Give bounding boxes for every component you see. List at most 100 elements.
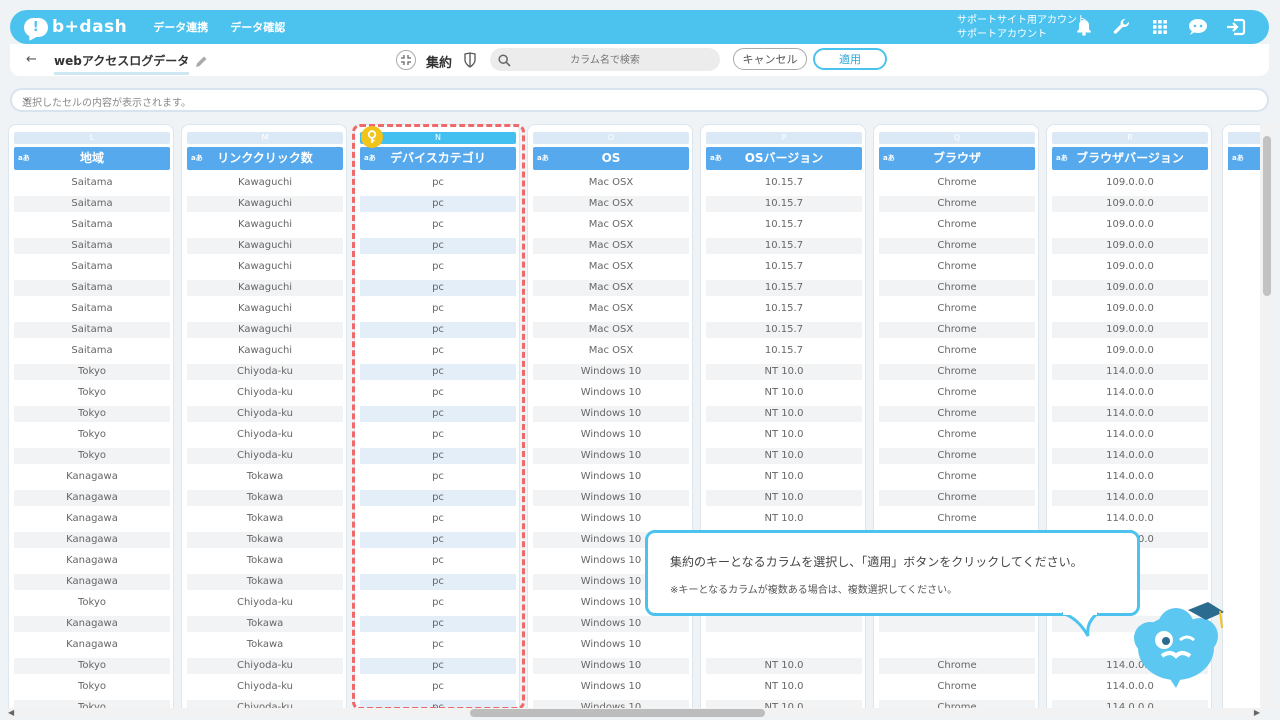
table-cell[interactable]: Chiyoda-ku: [187, 448, 343, 468]
table-cell[interactable]: pc: [360, 616, 516, 636]
column-header[interactable]: aあ: [1228, 147, 1260, 189]
table-cell[interactable]: Chiyoda-ku: [187, 364, 343, 384]
table-cell[interactable]: 114.0.0.0: [1052, 469, 1208, 489]
table-cell[interactable]: NT 10.0: [706, 700, 862, 708]
column-header[interactable]: aあ デバイスカテゴリ: [360, 147, 516, 170]
table-cell[interactable]: pc: [360, 301, 516, 321]
table-cell[interactable]: pc: [360, 532, 516, 552]
table-cell[interactable]: 10.15.7: [706, 343, 862, 363]
table-cell[interactable]: Windows 10: [533, 427, 689, 447]
table-cell[interactable]: Kawaguchi: [187, 196, 343, 216]
pencil-icon[interactable]: [195, 53, 208, 72]
table-cell[interactable]: Kanagawa: [14, 469, 170, 489]
table-cell[interactable]: Chrome: [879, 238, 1035, 258]
column-o[interactable]: Oaあ OS Mac OSX Mac OSX Mac OSX Mac OSX Mac OSX…: [527, 124, 693, 708]
table-cell[interactable]: Kawaguchi: [187, 217, 343, 237]
table-cell[interactable]: Chrome: [879, 280, 1035, 300]
table-cell[interactable]: pc: [360, 196, 516, 216]
table-cell[interactable]: Chrome: [879, 427, 1035, 447]
table-cell[interactable]: 109.0.0.0: [1052, 322, 1208, 342]
table-cell[interactable]: Windows 10: [533, 448, 689, 468]
table-cell[interactable]: Mac OSX: [533, 343, 689, 363]
horizontal-scrollbar[interactable]: ◀ ▶: [8, 708, 1260, 718]
table-cell[interactable]: Kanagawa: [14, 574, 170, 594]
grid-icon[interactable]: [1149, 15, 1171, 39]
table-cell[interactable]: NT 10.0: [706, 427, 862, 447]
shield-icon[interactable]: [464, 52, 476, 72]
column-p[interactable]: Paあ OSバージョン 10.15.7 10.15.7 10.15.7 10.15.7 10…: [700, 124, 866, 708]
cell-content-bar[interactable]: 選択したセルの内容が表示されます。 ⌄: [10, 88, 1269, 112]
column-header[interactable]: aあ ブラウザバージョン: [1052, 147, 1208, 170]
table-cell[interactable]: pc: [360, 679, 516, 699]
table-cell[interactable]: Chrome: [879, 490, 1035, 510]
table-cell[interactable]: pc: [360, 700, 516, 708]
table-cell[interactable]: 114.0.0.0: [1052, 406, 1208, 426]
column-header[interactable]: aあ OSバージョン: [706, 147, 862, 170]
table-cell[interactable]: Kawaguchi: [187, 343, 343, 363]
table-cell[interactable]: pc: [360, 469, 516, 489]
table-cell[interactable]: Windows 10: [533, 658, 689, 678]
table-cell[interactable]: 109.0.0.0: [1052, 343, 1208, 363]
table-cell[interactable]: Chrome: [879, 658, 1035, 678]
table-cell[interactable]: Kanagawa: [14, 511, 170, 531]
table-cell[interactable]: 10.15.7: [706, 259, 862, 279]
table-cell[interactable]: pc: [360, 175, 516, 195]
table-cell[interactable]: Chiyoda-ku: [187, 427, 343, 447]
table-cell[interactable]: 109.0.0.0: [1052, 196, 1208, 216]
table-cell[interactable]: Tokyo: [14, 385, 170, 405]
table-cell[interactable]: 10.15.7: [706, 175, 862, 195]
column-m[interactable]: Maあ リンククリック数 Kawaguchi Kawaguchi Kawaguchi Ka…: [181, 124, 347, 708]
table-cell[interactable]: pc: [360, 280, 516, 300]
table-cell[interactable]: 109.0.0.0: [1052, 280, 1208, 300]
table-cell[interactable]: Chrome: [879, 511, 1035, 531]
table-cell[interactable]: Tokyo: [14, 679, 170, 699]
cancel-button[interactable]: キャンセル: [733, 48, 807, 70]
scroll-left-arrow[interactable]: ◀: [8, 708, 14, 717]
table-cell[interactable]: pc: [360, 637, 516, 657]
column-header[interactable]: aあ リンククリック数: [187, 147, 343, 170]
table-cell[interactable]: Kanagawa: [14, 553, 170, 573]
table-cell[interactable]: Chrome: [879, 301, 1035, 321]
table-cell[interactable]: Chiyoda-ku: [187, 406, 343, 426]
table-cell[interactable]: Tokyo: [14, 658, 170, 678]
table-cell[interactable]: 114.0.0.0: [1052, 364, 1208, 384]
table-cell[interactable]: pc: [360, 385, 516, 405]
table-cell[interactable]: 114.0.0.0: [1052, 385, 1208, 405]
table-cell[interactable]: Kanagawa: [14, 616, 170, 636]
table-cell[interactable]: [879, 616, 1035, 636]
table-cell[interactable]: 114.0.0.0: [1052, 490, 1208, 510]
table-cell[interactable]: pc: [360, 658, 516, 678]
table-cell[interactable]: pc: [360, 553, 516, 573]
table-cell[interactable]: Chrome: [879, 385, 1035, 405]
column-header[interactable]: aあ ブラウザ: [879, 147, 1035, 170]
table-cell[interactable]: Saitama: [14, 343, 170, 363]
table-cell[interactable]: Saitama: [14, 301, 170, 321]
table-cell[interactable]: NT 10.0: [706, 469, 862, 489]
table-cell[interactable]: 10.15.7: [706, 217, 862, 237]
account-info[interactable]: サポートサイト用アカウント サポートアカウント: [957, 14, 1087, 42]
table-cell[interactable]: 10.15.7: [706, 322, 862, 342]
table-cell[interactable]: NT 10.0: [706, 679, 862, 699]
column-n[interactable]: Naあ デバイスカテゴリ pc pc pc pc pc pc pc pc pc pc pc pc pc pc p…: [354, 124, 520, 708]
table-cell[interactable]: 114.0.0.0: [1052, 511, 1208, 531]
table-cell[interactable]: 10.15.7: [706, 238, 862, 258]
table-cell[interactable]: Tokawa: [187, 511, 343, 531]
table-cell[interactable]: Tokawa: [187, 574, 343, 594]
table-cell[interactable]: pc: [360, 217, 516, 237]
table-cell[interactable]: Windows 10: [533, 385, 689, 405]
table-cell[interactable]: NT 10.0: [706, 385, 862, 405]
table-cell[interactable]: Tokawa: [187, 469, 343, 489]
table-cell[interactable]: Mac OSX: [533, 280, 689, 300]
table-cell[interactable]: 109.0.0.0: [1052, 238, 1208, 258]
table-cell[interactable]: Kawaguchi: [187, 322, 343, 342]
table-cell[interactable]: Saitama: [14, 259, 170, 279]
table-cell[interactable]: NT 10.0: [706, 658, 862, 678]
table-cell[interactable]: 114.0.0.0: [1052, 448, 1208, 468]
table-cell[interactable]: Saitama: [14, 217, 170, 237]
table-cell[interactable]: Chrome: [879, 217, 1035, 237]
table-cell[interactable]: pc: [360, 343, 516, 363]
table-cell[interactable]: Mac OSX: [533, 175, 689, 195]
nav-data-integration[interactable]: データ連携: [153, 19, 208, 35]
table-cell[interactable]: Tokawa: [187, 553, 343, 573]
table-cell[interactable]: Mac OSX: [533, 259, 689, 279]
